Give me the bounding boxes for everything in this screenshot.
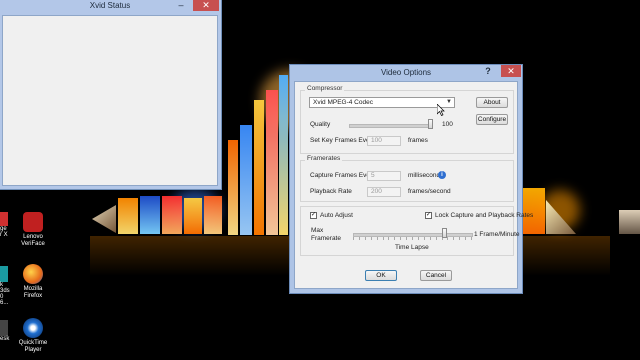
slider-tick xyxy=(364,237,366,240)
chevron-down-icon: ▼ xyxy=(446,99,452,105)
crystal-shard xyxy=(266,90,278,235)
desktop-icon-label: Mozilla Firefox xyxy=(23,286,43,299)
crystal-shard xyxy=(228,140,238,235)
slider-tick xyxy=(459,237,461,240)
keyframes-label: Set Key Frames Every xyxy=(310,137,376,144)
compressor-group-label: Compressor xyxy=(305,85,345,92)
lock-rates-label: Lock Capture and Playback Rates xyxy=(435,212,534,219)
slider-tick xyxy=(447,237,449,240)
compressor-group: Compressor Xvid MPEG-4 Codec ▼ About Con… xyxy=(300,85,514,154)
info-icon[interactable]: i xyxy=(438,171,446,179)
cancel-button[interactable]: Cancel xyxy=(420,270,452,281)
crystal-shard xyxy=(204,196,222,234)
help-button[interactable]: ? xyxy=(478,65,498,77)
crystal-shard xyxy=(279,75,288,235)
minimize-button[interactable]: – xyxy=(171,0,191,11)
slider-tick xyxy=(382,237,384,240)
desktop-icon-label: QuickTime Player xyxy=(18,340,48,353)
crystal-shard xyxy=(140,196,160,234)
crystal-shard xyxy=(523,188,545,234)
crystal-shard xyxy=(619,210,640,234)
clipped-icon xyxy=(0,266,8,282)
desktop-icon-clipped[interactable]: k 3ds 0 6... xyxy=(0,266,10,306)
desktop-icon-lenovo-veriface[interactable]: Lenovo VeriFace xyxy=(13,212,53,248)
codec-select-value: Xvid MPEG-4 Codec xyxy=(313,99,373,106)
max-framerate-label-line2: Framerate xyxy=(311,235,341,242)
playback-rate-input[interactable]: 200 xyxy=(367,187,401,197)
time-lapse-label: Time Lapse xyxy=(395,244,429,251)
crystal-shard xyxy=(240,125,252,235)
slider-tick xyxy=(412,237,413,240)
quicktime-icon xyxy=(23,318,43,338)
quality-label: Quality xyxy=(310,121,331,128)
clipped-icon xyxy=(0,212,8,226)
desktop-icon-label: esk xyxy=(0,336,10,342)
slider-tick xyxy=(400,237,402,240)
desktop-icon-quicktime[interactable]: QuickTime Player xyxy=(13,318,53,354)
slider-tick xyxy=(358,237,360,240)
slider-tick xyxy=(406,237,408,240)
crystal-shard xyxy=(184,198,202,234)
veriface-icon xyxy=(23,212,43,232)
max-framerate-slider-thumb[interactable] xyxy=(441,228,447,238)
ok-button[interactable]: OK xyxy=(365,270,397,281)
xvid-status-window[interactable]: Xvid Status – ✕ xyxy=(0,0,222,190)
slider-tick xyxy=(370,237,372,240)
playback-rate-unit: frames/second xyxy=(408,188,451,195)
playback-rate-label: Playback Rate xyxy=(310,188,352,195)
slider-tick xyxy=(471,237,472,240)
auto-adjust-checkbox[interactable]: ✓ xyxy=(310,212,317,219)
slider-tick xyxy=(417,237,419,240)
codec-select[interactable]: Xvid MPEG-4 Codec ▼ xyxy=(309,97,455,108)
xvid-window-client-area xyxy=(2,15,218,186)
firefox-icon xyxy=(23,264,43,284)
quality-slider-track[interactable] xyxy=(349,124,433,128)
desktop-icon-label: r X xyxy=(0,232,8,238)
desktop-icon-label: Lenovo VeriFace xyxy=(21,234,45,247)
capture-frames-label: Capture Frames Every xyxy=(310,172,376,179)
slider-tick xyxy=(465,237,467,240)
desktop-icon-clipped[interactable]: esk xyxy=(0,320,10,342)
crystal-shard xyxy=(162,196,182,234)
lock-rates-checkbox[interactable]: ✓ xyxy=(425,212,432,219)
dialog-body: Compressor Xvid MPEG-4 Codec ▼ About Con… xyxy=(294,81,533,289)
auto-adjust-label: Auto Adjust xyxy=(320,212,353,219)
desktop-icon-label: k 3ds xyxy=(0,282,10,294)
clipped-icon xyxy=(0,320,8,336)
crystal-shard xyxy=(92,205,116,233)
framerates-group: Framerates Capture Frames Every 5 millis… xyxy=(300,155,514,202)
slider-tick xyxy=(423,237,425,240)
slider-tick xyxy=(429,237,431,240)
max-framerate-label-line1: Max xyxy=(311,227,324,234)
framerates-group-label: Framerates xyxy=(305,155,343,162)
close-button[interactable]: ✕ xyxy=(193,0,219,11)
close-button[interactable]: ✕ xyxy=(501,65,521,77)
keyframes-unit: frames xyxy=(408,137,428,144)
slider-tick xyxy=(388,237,390,240)
about-button[interactable]: About xyxy=(476,97,508,108)
quality-value: 100 xyxy=(442,121,453,128)
desktop-icon-firefox[interactable]: Mozilla Firefox xyxy=(13,264,53,300)
capture-frames-input[interactable]: 5 xyxy=(367,171,401,181)
configure-button[interactable]: Configure xyxy=(476,114,508,125)
slider-tick xyxy=(435,237,437,240)
slider-tick xyxy=(376,237,378,240)
keyframes-input[interactable]: 100 xyxy=(367,136,401,146)
rate-options-group: ✓ Auto Adjust ✓ Lock Capture and Playbac… xyxy=(300,206,533,256)
crystal-shard xyxy=(118,198,138,234)
mouse-cursor-icon xyxy=(437,104,445,116)
desktop-icon-clipped[interactable]: ge r X xyxy=(0,212,10,238)
quality-slider-thumb[interactable] xyxy=(428,119,433,129)
max-framerate-right-label: 1 Frame/Minute xyxy=(474,231,520,238)
slider-tick xyxy=(394,237,396,240)
slider-tick xyxy=(353,237,354,240)
slider-tick xyxy=(453,237,455,240)
video-options-dialog[interactable]: Video Options ? ✕ Compressor Xvid MPEG-4… xyxy=(289,64,533,294)
desktop-icon-label: 0 6... xyxy=(0,294,9,306)
crystal-shard xyxy=(254,100,264,235)
